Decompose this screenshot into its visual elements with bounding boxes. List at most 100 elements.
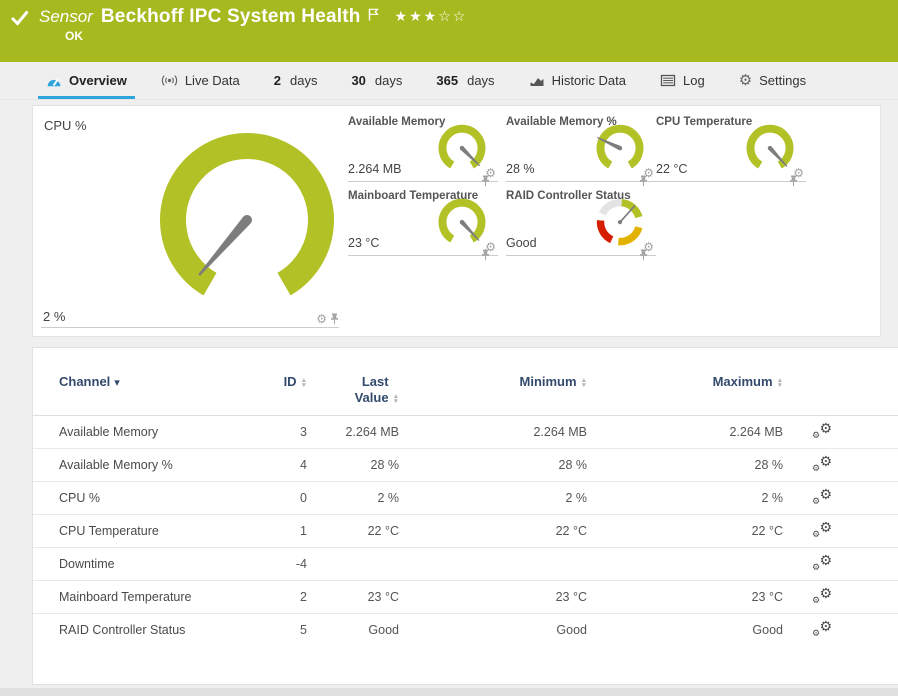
maximum-cell: 23 °C: [587, 581, 783, 614]
gauge-icon: [46, 73, 62, 88]
minimum-cell: Good: [399, 614, 587, 647]
table-row[interactable]: CPU % 0 2 % 2 % 2 % ⚙⚙: [33, 482, 898, 515]
column-header-id[interactable]: ID▲▼: [249, 364, 307, 416]
tab-label: days: [467, 73, 494, 88]
pin-icon[interactable]: [481, 249, 490, 261]
tab-2-days[interactable]: 2 days: [274, 62, 318, 99]
gauge-raid-controller-status[interactable]: RAID Controller Status Good ⚙: [506, 190, 656, 256]
filler-cell: [861, 416, 898, 449]
channel-name-cell[interactable]: Downtime: [33, 548, 249, 581]
channel-settings-icon[interactable]: ⚙⚙: [812, 554, 832, 571]
pin-icon[interactable]: [789, 175, 798, 187]
star-empty-icon[interactable]: ☆: [453, 8, 468, 24]
tab-overview[interactable]: Overview: [46, 62, 127, 99]
channel-settings-icon[interactable]: ⚙⚙: [812, 488, 832, 505]
tab-number: 365: [436, 73, 458, 88]
ok-check-icon: [10, 8, 30, 28]
gauge-dial: [432, 124, 492, 176]
gauge-available-memory[interactable]: Available Memory 2.264 MB ⚙: [348, 116, 498, 182]
minimum-cell: 28 %: [399, 449, 587, 482]
star-filled-icon[interactable]: ★: [424, 8, 439, 24]
tab-live-data[interactable]: Live Data: [161, 62, 240, 99]
primary-gauge[interactable]: [137, 120, 357, 300]
sensor-status-badge: OK: [65, 29, 886, 43]
tab-label: Overview: [69, 73, 127, 88]
table-row[interactable]: RAID Controller Status 5 Good Good Good …: [33, 614, 898, 647]
tab-log[interactable]: Log: [660, 62, 705, 99]
tab-label: Historic Data: [552, 73, 626, 88]
gauge-dial: [590, 124, 650, 176]
divider: [656, 181, 806, 182]
channel-id-cell: -4: [249, 548, 307, 581]
sensor-header: Sensor Beckhoff IPC System Health ★★★☆☆ …: [0, 0, 898, 62]
column-header-channel[interactable]: Channel▾: [33, 364, 249, 416]
table-row[interactable]: Mainboard Temperature 2 23 °C 23 °C 23 °…: [33, 581, 898, 614]
channel-name-cell[interactable]: CPU %: [33, 482, 249, 515]
channel-settings-icon[interactable]: ⚙⚙: [812, 587, 832, 604]
column-header-last-value[interactable]: Last Value▲▼: [307, 364, 399, 416]
primary-gauge-footer: 2 % ⚙: [41, 304, 339, 328]
channel-settings-icon[interactable]: ⚙⚙: [812, 455, 832, 472]
priority-flag-icon[interactable]: [368, 8, 379, 21]
star-filled-icon[interactable]: ★: [409, 8, 424, 24]
tab-label: days: [290, 73, 317, 88]
gauge-cpu-temperature[interactable]: CPU Temperature 22 °C ⚙: [656, 116, 806, 182]
last-value-cell: 28 %: [307, 449, 399, 482]
pin-icon[interactable]: [639, 249, 648, 261]
channel-id-cell: 5: [249, 614, 307, 647]
minimum-cell: 23 °C: [399, 581, 587, 614]
column-header-minimum[interactable]: Minimum▲▼: [399, 364, 587, 416]
column-header-maximum[interactable]: Maximum▲▼: [587, 364, 783, 416]
star-empty-icon[interactable]: ☆: [438, 8, 453, 24]
pin-icon[interactable]: [481, 175, 490, 187]
tab-30-days[interactable]: 30 days: [351, 62, 402, 99]
channel-settings-icon[interactable]: ⚙⚙: [812, 620, 832, 637]
gauge-dial: [590, 198, 650, 250]
page-footer-strip: [0, 688, 898, 696]
pin-icon[interactable]: [639, 175, 648, 187]
channel-table-panel: Channel▾ ID▲▼ Last Value▲▼ Minimum▲▼ Max…: [32, 347, 898, 685]
gauge-available-memory-pct[interactable]: Available Memory % 28 % ⚙: [506, 116, 656, 182]
primary-gauge-title: CPU %: [44, 118, 87, 133]
channel-id-cell: 1: [249, 515, 307, 548]
channel-name-cell[interactable]: Mainboard Temperature: [33, 581, 249, 614]
channel-name-cell[interactable]: RAID Controller Status: [33, 614, 249, 647]
table-row[interactable]: CPU Temperature 1 22 °C 22 °C 22 °C ⚙⚙: [33, 515, 898, 548]
last-value-cell: Good: [307, 614, 399, 647]
channel-id-cell: 3: [249, 416, 307, 449]
last-value-cell: [307, 548, 399, 581]
maximum-cell: Good: [587, 614, 783, 647]
channel-name-cell[interactable]: CPU Temperature: [33, 515, 249, 548]
channel-id-cell: 0: [249, 482, 307, 515]
maximum-cell: [587, 548, 783, 581]
channel-settings-icon[interactable]: ⚙⚙: [812, 521, 832, 538]
last-value-cell: 2 %: [307, 482, 399, 515]
star-filled-icon[interactable]: ★: [395, 8, 410, 24]
divider: [348, 181, 498, 182]
maximum-cell: 22 °C: [587, 515, 783, 548]
tab-365-days[interactable]: 365 days: [436, 62, 494, 99]
gauge-settings-icon[interactable]: ⚙: [316, 313, 327, 325]
filler-cell: [861, 614, 898, 647]
minimum-cell: 22 °C: [399, 515, 587, 548]
tab-historic-data[interactable]: Historic Data: [529, 62, 626, 99]
channel-settings-icon[interactable]: ⚙⚙: [812, 422, 832, 439]
gauge-value: Good: [506, 236, 537, 250]
gauge-value: 22 °C: [656, 162, 687, 176]
minimum-cell: 2 %: [399, 482, 587, 515]
pin-icon[interactable]: [330, 313, 339, 325]
gauge-mainboard-temperature[interactable]: Mainboard Temperature 23 °C ⚙: [348, 190, 498, 256]
filler-cell: [861, 515, 898, 548]
sort-icon: ▲▼: [581, 378, 587, 388]
gauge-dial: [740, 124, 800, 176]
star-rating[interactable]: ★★★☆☆: [395, 8, 468, 25]
channel-table: Channel▾ ID▲▼ Last Value▲▼ Minimum▲▼ Max…: [33, 364, 898, 647]
table-row[interactable]: Available Memory 3 2.264 MB 2.264 MB 2.2…: [33, 416, 898, 449]
table-row[interactable]: Downtime -4 ⚙⚙: [33, 548, 898, 581]
channel-name-cell[interactable]: Available Memory %: [33, 449, 249, 482]
tab-settings[interactable]: ⚙ Settings: [739, 62, 806, 99]
primary-gauge-value: 2 %: [43, 309, 65, 324]
gauge-value: 28 %: [506, 162, 535, 176]
table-row[interactable]: Available Memory % 4 28 % 28 % 28 % ⚙⚙: [33, 449, 898, 482]
channel-name-cell[interactable]: Available Memory: [33, 416, 249, 449]
